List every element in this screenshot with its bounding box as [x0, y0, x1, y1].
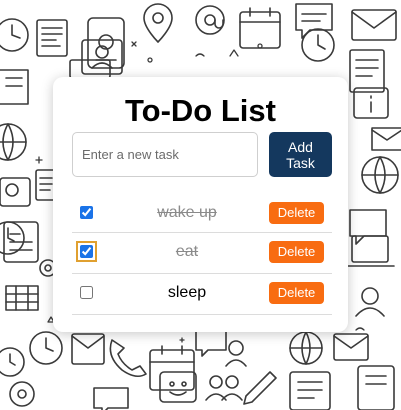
- book-icon: [357, 365, 395, 410]
- delete-task-button[interactable]: Delete: [269, 241, 324, 263]
- envelope-icon: [71, 333, 105, 365]
- clock-icon: [0, 347, 25, 377]
- task-text: sleep: [167, 284, 207, 301]
- people-icon: [205, 375, 243, 401]
- envelope-icon: [371, 127, 401, 151]
- todo-card: To-Do List Add Task wake up Delete eat D…: [53, 77, 348, 332]
- add-task-button[interactable]: Add Task: [269, 132, 332, 177]
- globe-icon: [0, 123, 27, 161]
- delete-task-button[interactable]: Delete: [269, 282, 324, 304]
- laptop-icon: [345, 235, 395, 267]
- chat-bubble-icon: [349, 209, 387, 245]
- calendar-icon: [149, 345, 195, 391]
- task-checkbox[interactable]: [76, 241, 97, 262]
- task-text: wake up: [157, 204, 217, 221]
- calendar-icon: [239, 7, 281, 49]
- task-list: wake up Delete eat Delete sleep Delete: [72, 194, 332, 315]
- chat-bubble-icon: [93, 387, 129, 410]
- pencil-icon: [243, 371, 277, 405]
- at-sign-icon: [0, 177, 31, 207]
- book-icon: [0, 69, 29, 105]
- envelope-icon: [351, 9, 397, 41]
- person-icon: [225, 340, 247, 367]
- task-text: eat: [175, 243, 199, 260]
- task-row: eat Delete: [72, 233, 332, 274]
- task-row: sleep Delete: [72, 274, 332, 315]
- document-icon: [349, 49, 385, 93]
- delete-task-button[interactable]: Delete: [269, 202, 324, 224]
- globe-icon: [289, 331, 323, 365]
- at-sign-icon: [195, 5, 225, 35]
- chat-bubble-icon: [195, 329, 227, 357]
- chat-bubble-icon: [295, 3, 333, 39]
- at-sign-icon: [9, 381, 35, 407]
- person-icon: [355, 287, 385, 317]
- task-checkbox[interactable]: [80, 206, 93, 219]
- page-title: To-Do List: [125, 93, 276, 128]
- task-input[interactable]: [72, 132, 258, 177]
- task-checkbox[interactable]: [80, 286, 93, 299]
- clock-icon: [0, 18, 29, 52]
- smiley-card-icon: [159, 371, 197, 403]
- newspaper-icon: [36, 19, 68, 57]
- notebook-icon: [289, 371, 331, 410]
- location-pin-icon: [143, 3, 173, 43]
- envelope-icon: [333, 333, 369, 361]
- clock-icon: [301, 28, 335, 62]
- grid-icon: [5, 285, 39, 311]
- phone-handset-icon: [109, 339, 147, 378]
- globe-icon: [361, 156, 399, 194]
- task-row: wake up Delete: [72, 194, 332, 233]
- clock-icon: [29, 331, 63, 365]
